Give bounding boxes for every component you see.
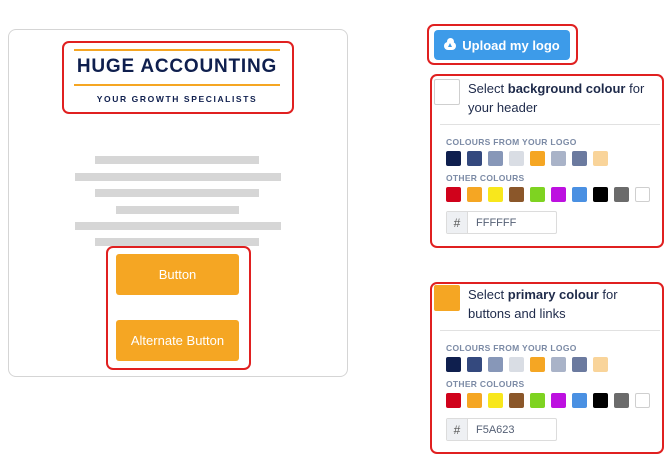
other-colours-label: OTHER COLOURS: [446, 173, 525, 183]
placeholder-text-line: [75, 222, 281, 230]
title-prefix: Select: [468, 81, 508, 96]
logo-colours-label: COLOURS FROM YOUR LOGO: [446, 137, 577, 147]
title-suffix: for: [598, 287, 618, 302]
colour-swatch[interactable]: [572, 393, 587, 408]
primary-colour-title: Select primary colour for buttons and li…: [468, 285, 618, 323]
colour-swatch[interactable]: [488, 357, 503, 372]
colour-swatch[interactable]: [530, 187, 545, 202]
colour-swatch[interactable]: [530, 151, 545, 166]
colour-swatch[interactable]: [572, 187, 587, 202]
placeholder-text-line: [116, 206, 239, 214]
upload-logo-button[interactable]: Upload my logo: [434, 30, 570, 60]
colour-swatch[interactable]: [551, 393, 566, 408]
background-colour-title: Select background colour for your header: [468, 79, 644, 117]
primary-colour-current-swatch[interactable]: [434, 285, 460, 311]
colour-swatch[interactable]: [635, 187, 650, 202]
hash-prefix: #: [447, 212, 468, 233]
colour-swatch[interactable]: [593, 357, 608, 372]
logo-bottom-rule: [74, 84, 280, 86]
colour-swatch[interactable]: [551, 187, 566, 202]
colour-swatch[interactable]: [488, 151, 503, 166]
logo-colours-label: COLOURS FROM YOUR LOGO: [446, 343, 577, 353]
colour-swatch[interactable]: [446, 187, 461, 202]
placeholder-text-line: [95, 238, 259, 246]
colour-swatch[interactable]: [467, 187, 482, 202]
colour-swatch[interactable]: [488, 187, 503, 202]
hex-value[interactable]: FFFFFF: [468, 212, 516, 233]
colour-swatch[interactable]: [593, 151, 608, 166]
hex-value[interactable]: F5A623: [468, 419, 515, 440]
title-line2: buttons and links: [468, 306, 566, 321]
colour-swatch[interactable]: [635, 393, 650, 408]
colour-swatch[interactable]: [467, 393, 482, 408]
title-suffix: for: [625, 81, 645, 96]
placeholder-text-line: [95, 156, 259, 164]
colour-swatch[interactable]: [467, 357, 482, 372]
background-colour-current-swatch[interactable]: [434, 79, 460, 105]
logo-top-rule: [74, 49, 280, 51]
placeholder-text-line: [95, 189, 259, 197]
title-emphasis: background colour: [507, 81, 626, 96]
colour-swatch[interactable]: [593, 187, 608, 202]
colour-swatch[interactable]: [593, 393, 608, 408]
title-prefix: Select: [468, 287, 508, 302]
background-hex-input[interactable]: # FFFFFF: [446, 211, 557, 234]
colour-swatch[interactable]: [551, 151, 566, 166]
hash-prefix: #: [447, 419, 468, 440]
panel-divider: [440, 330, 660, 331]
preview-alternate-button[interactable]: Alternate Button: [116, 320, 239, 361]
preview-button[interactable]: Button: [116, 254, 239, 295]
company-logo: HUGE ACCOUNTING YOUR GROWTH SPECIALISTS: [74, 46, 280, 108]
colour-swatch[interactable]: [446, 393, 461, 408]
colour-swatch[interactable]: [467, 151, 482, 166]
colour-swatch[interactable]: [488, 393, 503, 408]
upload-logo-label: Upload my logo: [462, 37, 560, 53]
colour-swatch[interactable]: [509, 357, 524, 372]
primary-hex-input[interactable]: # F5A623: [446, 418, 557, 441]
colour-swatch[interactable]: [509, 393, 524, 408]
title-line2: your header: [468, 100, 538, 115]
colour-swatch[interactable]: [614, 187, 629, 202]
other-colours-label: OTHER COLOURS: [446, 379, 525, 389]
colour-swatch[interactable]: [509, 151, 524, 166]
colour-swatch[interactable]: [530, 357, 545, 372]
title-emphasis: primary colour: [507, 287, 599, 302]
logo-subtitle: YOUR GROWTH SPECIALISTS: [96, 94, 258, 104]
colour-swatch[interactable]: [446, 357, 461, 372]
panel-divider: [440, 124, 660, 125]
colour-swatch[interactable]: [572, 151, 587, 166]
colour-swatch[interactable]: [530, 393, 545, 408]
colour-swatch[interactable]: [614, 393, 629, 408]
colour-swatch[interactable]: [509, 187, 524, 202]
colour-swatch[interactable]: [572, 357, 587, 372]
cloud-upload-icon: [444, 37, 457, 50]
logo-title: HUGE ACCOUNTING: [76, 56, 278, 77]
colour-swatch[interactable]: [446, 151, 461, 166]
colour-swatch[interactable]: [551, 357, 566, 372]
placeholder-text-line: [75, 173, 281, 181]
